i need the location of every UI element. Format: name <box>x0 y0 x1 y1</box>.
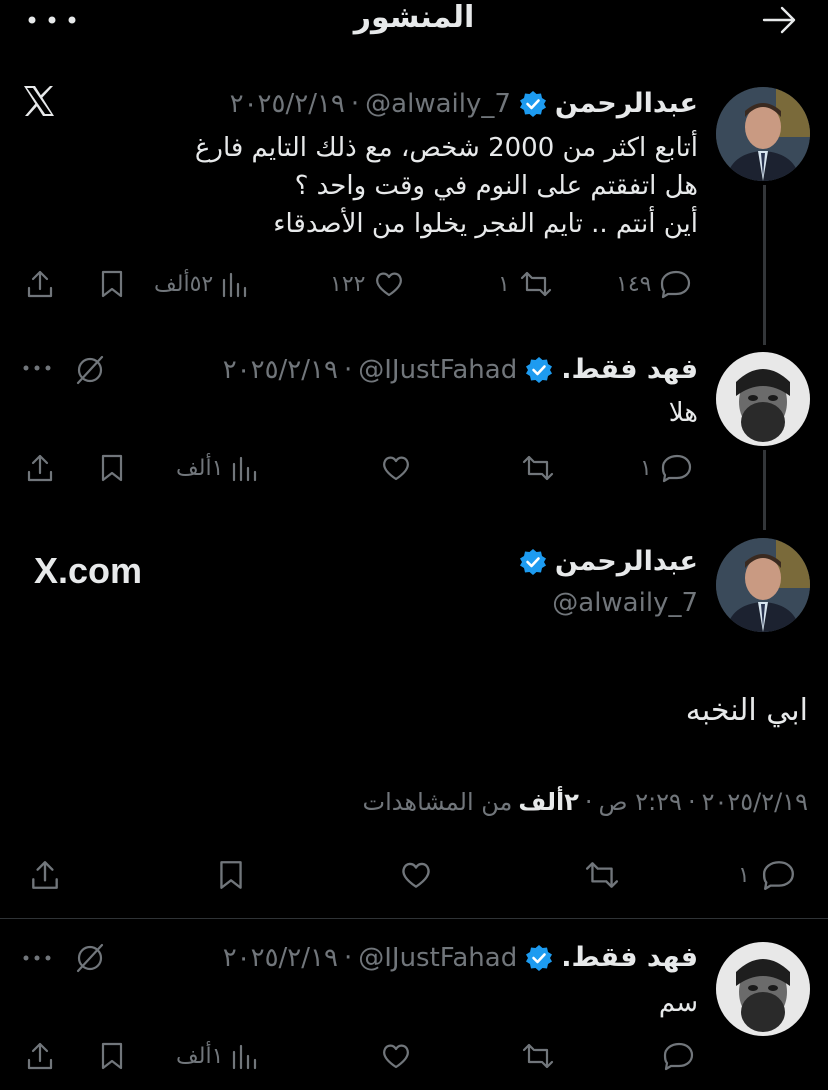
reply-icon <box>659 268 693 300</box>
like-button[interactable]: ١٢٢ <box>330 268 405 300</box>
post-text: ابي النخبه <box>685 693 808 728</box>
x-watermark: X.com <box>34 550 142 592</box>
share-icon[interactable] <box>24 452 56 484</box>
bookmark-icon[interactable] <box>96 268 128 300</box>
more-options-icon[interactable] <box>22 356 52 380</box>
author-name[interactable]: فهد فقط. <box>561 354 698 385</box>
repost-icon[interactable] <box>582 858 622 892</box>
post-line: هل اتفقتم على النوم في وقت واحد ؟ <box>294 171 698 201</box>
watermark-text: X.com <box>34 550 143 591</box>
grok-icon[interactable] <box>74 354 106 386</box>
meta-separator: · <box>584 788 593 816</box>
meta-separator: · <box>687 788 696 816</box>
avatar[interactable] <box>716 352 810 446</box>
repost-count: ١ <box>498 271 510 297</box>
repost-button[interactable]: ١ <box>498 268 554 300</box>
share-icon[interactable] <box>28 858 62 892</box>
post-text: سم <box>658 988 698 1018</box>
verified-badge-icon <box>525 944 553 972</box>
reply-icon[interactable] <box>662 1040 696 1072</box>
bookmark-icon[interactable] <box>96 452 128 484</box>
more-options-icon[interactable] <box>22 946 52 970</box>
views-icon <box>229 452 261 484</box>
avatar[interactable] <box>716 538 810 632</box>
author-handle[interactable]: @alwaily_7 <box>552 588 698 618</box>
grok-icon[interactable] <box>74 942 106 974</box>
reply-icon <box>760 858 798 892</box>
meta-separator: · <box>343 354 353 385</box>
heart-icon[interactable] <box>380 1040 412 1072</box>
heart-icon[interactable] <box>398 858 434 892</box>
reply-button[interactable]: ١ <box>738 858 798 892</box>
verified-badge-icon <box>525 356 553 384</box>
repost-icon <box>518 268 554 300</box>
like-count: ١٢٢ <box>330 271 366 297</box>
bookmark-icon[interactable] <box>214 858 248 892</box>
post-date[interactable]: ٢٠٢٥/٢/١٩ <box>223 355 338 385</box>
heart-icon <box>373 268 405 300</box>
author-name[interactable]: عبدالرحمن <box>555 546 698 577</box>
avatar[interactable] <box>716 942 810 1036</box>
reply-button[interactable]: ١٤٩ <box>616 268 693 300</box>
post-date[interactable]: ٢٠٢٥/٢/١٩ <box>230 89 345 119</box>
back-arrow-icon[interactable] <box>760 4 800 36</box>
post-text: هلا <box>668 398 698 428</box>
post-text: أتابع اكثر من 2000 شخص، مع ذلك التايم فا… <box>195 129 698 243</box>
page-title: المنشور <box>353 0 475 35</box>
views-button[interactable]: ٥٢ألف <box>154 268 251 300</box>
views-button[interactable]: ١ألف <box>176 1040 261 1072</box>
x-logo-icon <box>22 84 56 118</box>
views-count: ١ألف <box>176 455 224 481</box>
author-handle[interactable]: @IJustFahad <box>358 943 517 973</box>
author-handle[interactable]: @IJustFahad <box>358 355 517 385</box>
author-name[interactable]: عبدالرحمن <box>555 88 698 119</box>
author-handle[interactable]: @alwaily_7 <box>365 89 511 119</box>
heart-icon[interactable] <box>380 452 412 484</box>
verified-badge-icon <box>519 90 547 118</box>
views-button[interactable]: ١ألف <box>176 452 261 484</box>
views-icon <box>219 268 251 300</box>
views-count: ٢ألف <box>518 788 579 816</box>
meta-separator: · <box>343 942 353 973</box>
views-count: ٥٢ألف <box>154 271 214 297</box>
post-time: ٢:٢٩ ص <box>598 788 682 816</box>
views-icon <box>229 1040 261 1072</box>
reply-button[interactable]: ١ <box>640 452 694 484</box>
post-line: أتابع اكثر من 2000 شخص، مع ذلك التايم فا… <box>194 133 698 163</box>
views-count: ١ألف <box>176 1043 224 1069</box>
more-options-icon[interactable] <box>22 6 82 36</box>
avatar[interactable] <box>716 87 810 181</box>
author-name[interactable]: فهد فقط. <box>561 942 698 973</box>
bookmark-icon[interactable] <box>96 1040 128 1072</box>
post-line: أين أنتم .. تايم الفجر يخلوا من الأصدقاء <box>273 209 698 239</box>
reply-count: ١ <box>640 455 652 481</box>
views-label: من المشاهدات <box>362 788 513 816</box>
divider <box>0 918 828 919</box>
reply-icon <box>660 452 694 484</box>
share-icon[interactable] <box>24 1040 56 1072</box>
reply-count: ١ <box>738 862 750 888</box>
share-icon[interactable] <box>24 268 56 300</box>
reply-count: ١٤٩ <box>616 271 652 297</box>
post-date[interactable]: ٢٠٢٥/٢/١٩ <box>223 943 338 973</box>
repost-icon[interactable] <box>520 1040 556 1072</box>
repost-icon[interactable] <box>520 452 556 484</box>
verified-badge-icon <box>519 548 547 576</box>
meta-separator: · <box>350 88 360 119</box>
post-date: ٢٠٢٥/٢/١٩ <box>701 788 808 816</box>
